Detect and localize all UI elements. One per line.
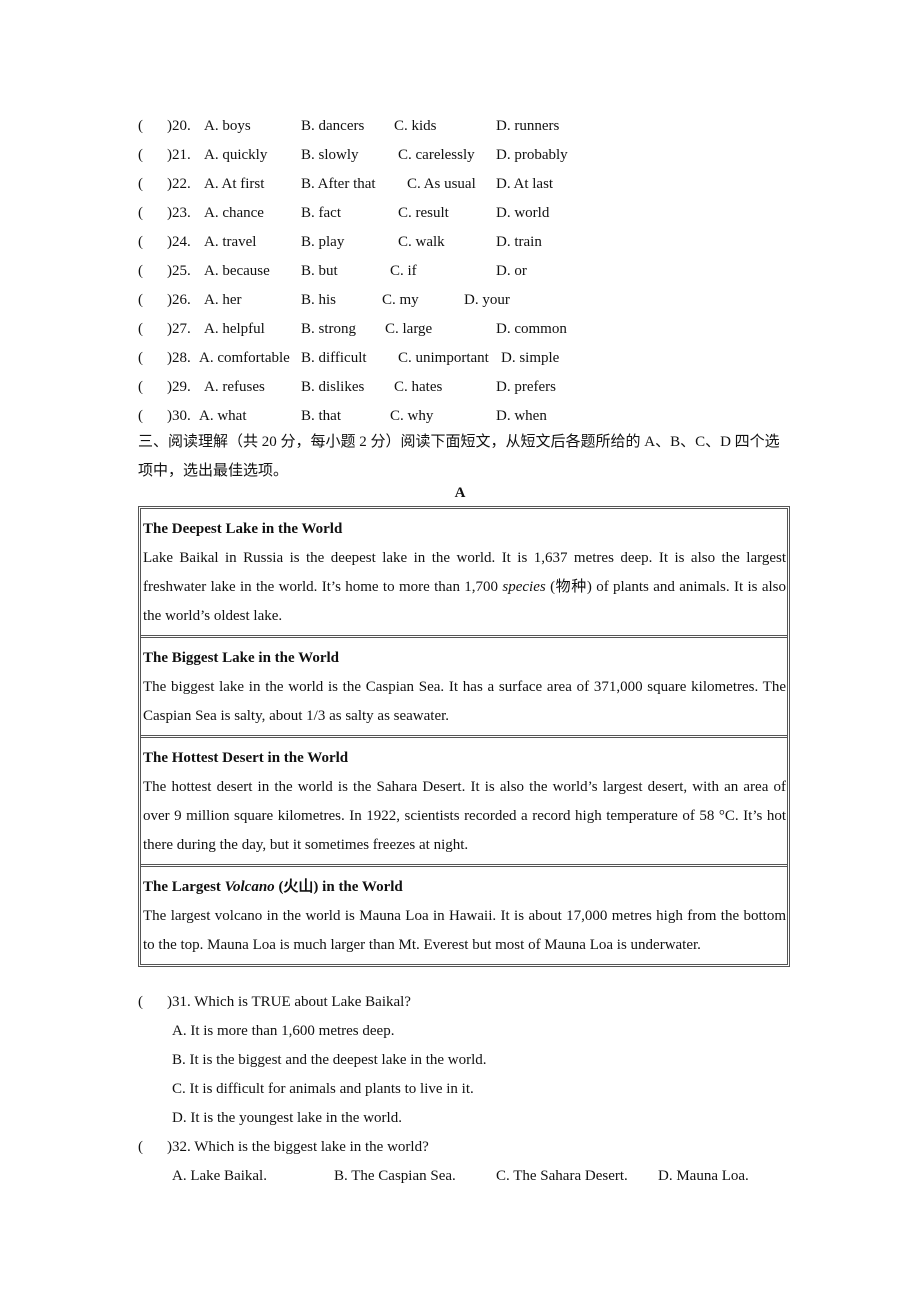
option-a: A. helpful	[204, 321, 265, 337]
option-d: D. common	[496, 321, 567, 337]
question-number: )25.	[167, 263, 191, 279]
option-b: B. his	[301, 292, 337, 308]
option-d: D. or	[496, 263, 527, 279]
q31-option-d: D. It is the youngest lake in the world.	[172, 1110, 402, 1126]
question-number: )20.	[167, 118, 191, 134]
option-c: C. carelessly	[398, 147, 475, 163]
question-number: )30.	[167, 408, 191, 424]
option-a: A. refuses	[204, 379, 265, 395]
answer-bracket: (	[138, 994, 143, 1010]
option-d: D. probably	[496, 147, 568, 163]
option-c: C. large	[385, 321, 433, 337]
option-b: B. difficult	[301, 350, 367, 366]
option-b: B. that	[301, 408, 341, 424]
question-number: )22.	[167, 176, 191, 192]
option-a: A. her	[204, 292, 242, 308]
answer-bracket: (	[138, 205, 143, 221]
question-number: )26.	[167, 292, 191, 308]
cell-body: The hottest desert in the world is the S…	[143, 779, 786, 853]
q32-option-d: D. Mauna Loa.	[658, 1168, 749, 1184]
option-c: C. unimportant	[398, 350, 489, 366]
q32-option-b: B. The Caspian Sea.	[334, 1168, 456, 1184]
q32-option-a: A. Lake Baikal.	[172, 1168, 267, 1184]
answer-bracket: (	[138, 408, 143, 424]
option-d: D. world	[496, 205, 550, 221]
option-d: D. prefers	[496, 379, 556, 395]
option-b: B. slowly	[301, 147, 359, 163]
question-32: ( )32. Which is the biggest lake in the …	[138, 1133, 429, 1162]
option-d: D. train	[496, 234, 542, 250]
answer-bracket: (	[138, 118, 143, 134]
q32-options: A. Lake Baikal. B. The Caspian Sea. C. T…	[172, 1162, 772, 1191]
option-a: A. travel	[204, 234, 257, 250]
passage-cell-hottest-desert: The Hottest Desert in the World The hott…	[141, 735, 787, 864]
option-c: C. why	[390, 408, 434, 424]
option-c: C. result	[398, 205, 449, 221]
question-number: )29.	[167, 379, 191, 395]
option-c: C. As usual	[407, 176, 476, 192]
option-b: B. fact	[301, 205, 341, 221]
answer-bracket: (	[138, 147, 143, 163]
cell-title: The Deepest Lake in the World	[143, 521, 343, 537]
option-d: D. when	[496, 408, 547, 424]
q31-option-c: C. It is difficult for animals and plant…	[172, 1081, 474, 1097]
question-stem: )32. Which is the biggest lake in the wo…	[167, 1139, 429, 1155]
option-a: A. quickly	[204, 147, 268, 163]
q31-option-b: B. It is the biggest and the deepest lak…	[172, 1052, 487, 1068]
option-d: D. runners	[496, 118, 560, 134]
option-a: A. because	[204, 263, 270, 279]
answer-bracket: (	[138, 263, 143, 279]
passage-label: A	[454, 485, 466, 501]
option-d: D. At last	[496, 176, 554, 192]
question-number: )21.	[167, 147, 191, 163]
cell-title: The Largest Volcano (火山) in the World	[143, 879, 403, 895]
option-c: C. my	[382, 292, 419, 308]
option-b: B. After that	[301, 176, 376, 192]
answer-bracket: (	[138, 321, 143, 337]
option-c: C. if	[390, 263, 417, 279]
question-number: )23.	[167, 205, 191, 221]
option-a: A. chance	[204, 205, 264, 221]
option-b: B. dislikes	[301, 379, 365, 395]
option-a: A. what	[199, 408, 247, 424]
option-b: B. strong	[301, 321, 357, 337]
passage-cell-biggest-lake: The Biggest Lake in the World The bigges…	[141, 635, 787, 735]
question-number: )28.	[167, 350, 191, 366]
passage-table: The Deepest Lake in the World Lake Baika…	[138, 506, 790, 967]
option-b: B. but	[301, 263, 338, 279]
option-a: A. At first	[204, 176, 265, 192]
cell-title: The Hottest Desert in the World	[143, 750, 349, 766]
question-31: ( )31. Which is TRUE about Lake Baikal?	[138, 988, 411, 1017]
document-page: ( )20. A. boys B. dancers C. kids D. run…	[0, 0, 920, 1302]
section-instructions: 三、阅读理解（共 20 分，每小题 2 分）阅读下面短文，从短文后各题所给的 A…	[138, 434, 780, 479]
q31-option-a: A. It is more than 1,600 metres deep.	[172, 1023, 395, 1039]
option-a: A. comfortable	[199, 350, 290, 366]
option-a: A. boys	[204, 118, 251, 134]
question-number: )27.	[167, 321, 191, 337]
passage-cell-largest-volcano: The Largest Volcano (火山) in the World Th…	[141, 864, 787, 964]
answer-bracket: (	[138, 292, 143, 308]
option-b: B. play	[301, 234, 345, 250]
q32-option-c: C. The Sahara Desert.	[496, 1168, 628, 1184]
question-stem: )31. Which is TRUE about Lake Baikal?	[167, 994, 411, 1010]
option-c: C. hates	[394, 379, 443, 395]
cell-body: The biggest lake in the world is the Cas…	[143, 679, 786, 724]
answer-bracket: (	[138, 176, 143, 192]
question-number: )24.	[167, 234, 191, 250]
answer-bracket: (	[138, 234, 143, 250]
option-b: B. dancers	[301, 118, 365, 134]
option-c: C. walk	[398, 234, 445, 250]
cell-body: Lake Baikal in Russia is the deepest lak…	[143, 550, 786, 624]
option-c: C. kids	[394, 118, 437, 134]
answer-bracket: (	[138, 1139, 143, 1155]
option-d: D. your	[464, 292, 510, 308]
cell-body: The largest volcano in the world is Maun…	[143, 908, 786, 953]
passage-cell-deepest-lake: The Deepest Lake in the World Lake Baika…	[141, 509, 787, 635]
cell-title: The Biggest Lake in the World	[143, 650, 339, 666]
answer-bracket: (	[138, 379, 143, 395]
answer-bracket: (	[138, 350, 143, 366]
option-d: D. simple	[501, 350, 560, 366]
